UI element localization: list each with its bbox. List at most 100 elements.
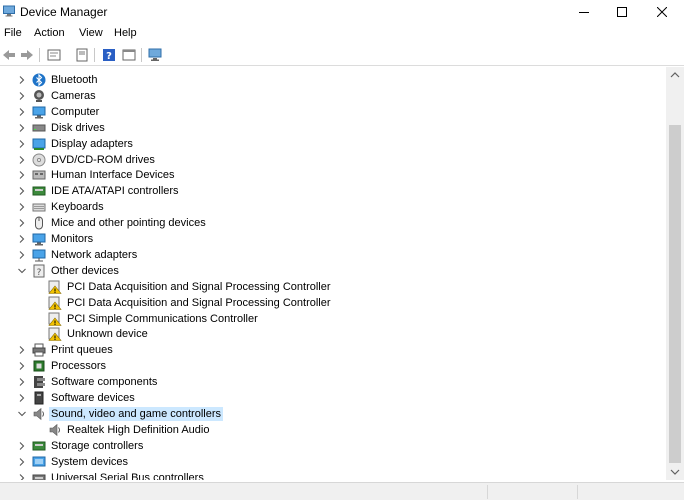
usb-icon [32,474,46,480]
device-manager-icon [3,5,15,17]
chevron-right-icon[interactable] [17,393,27,403]
menu-action[interactable]: Action [34,27,65,39]
chevron-right-icon[interactable] [17,377,27,387]
chevron-right-icon[interactable] [17,123,27,133]
tree-device-realtek-high-definition-audio[interactable]: Realtek High Definition Audio [0,422,666,438]
chevron-right-icon[interactable] [17,139,27,149]
tree-device-pci-simple-communications-controller[interactable]: PCI Simple Communications Controller [0,311,666,327]
menu-help[interactable]: Help [114,27,137,39]
display-adapter-icon [32,138,46,150]
chevron-right-icon[interactable] [17,155,27,165]
network-adapter-icon [32,249,46,262]
tree-item-label: Other devices [51,264,119,277]
tree-item-label: PCI Simple Communications Controller [67,312,258,325]
tree-category-sound-video-and-game-controllers[interactable]: Sound, video and game controllers [0,406,666,422]
chevron-right-icon[interactable] [17,218,27,228]
tree-item-label: Computer [51,105,100,118]
help-button[interactable]: ? [101,47,117,63]
chevron-down-icon[interactable] [17,266,27,276]
tree-category-print-queues[interactable]: Print queues [0,342,666,358]
close-icon [657,6,667,17]
tree-item-label: Processors [51,360,107,373]
hid-icon [32,170,46,180]
tree-item-label: Universal Serial Bus controllers [51,471,204,481]
chevron-right-icon[interactable] [17,441,27,451]
bluetooth-icon [32,73,46,87]
ide-controller-icon [32,186,46,196]
tree-item-label: Software components [51,376,158,389]
status-pane [487,485,577,499]
tree-category-other-devices[interactable]: ? Other devices [0,263,666,279]
tree-category-keyboards[interactable]: Keyboards [0,199,666,215]
tree-category-software-devices[interactable]: Software devices [0,390,666,406]
keyboard-icon [32,203,46,212]
warning-device-icon [48,280,62,294]
menu-bar: File Action View Help [0,25,684,43]
menu-file[interactable]: File [4,27,22,39]
chevron-right-icon[interactable] [17,250,27,260]
minimize-icon [579,11,589,13]
tree-category-mice-and-other-pointing-devices[interactable]: Mice and other pointing devices [0,215,666,231]
tree-device-pci-data-acquisition-and-signal-processing-controller[interactable]: PCI Data Acquisition and Signal Processi… [0,295,666,311]
close-button[interactable] [640,0,684,23]
scan-hardware-button[interactable] [147,47,163,63]
scroll-down-icon[interactable] [670,467,680,477]
tree-category-processors[interactable]: Processors [0,358,666,374]
toolbar-separator [94,48,95,62]
tree-category-software-components[interactable]: Software components [0,374,666,390]
tree-item-label: IDE ATA/ATAPI controllers [51,185,179,198]
scroll-up-icon[interactable] [670,70,680,80]
chevron-right-icon[interactable] [17,75,27,85]
vertical-scrollbar[interactable] [666,67,684,480]
chevron-right-icon[interactable] [17,457,27,467]
view-button[interactable] [121,47,137,63]
tree-item-label: System devices [51,455,129,468]
tree-category-display-adapters[interactable]: Display adapters [0,136,666,152]
other-devices-icon: ? [33,264,45,278]
tree-device-unknown-device[interactable]: Unknown device [0,326,666,342]
chevron-right-icon[interactable] [17,170,27,180]
tree-device-pci-data-acquisition-and-signal-processing-controller[interactable]: PCI Data Acquisition and Signal Processi… [0,279,666,295]
speaker-icon [33,407,44,421]
tree-category-disk-drives[interactable]: Disk drives [0,120,666,136]
chevron-right-icon[interactable] [17,345,27,355]
software-component-icon [34,376,45,389]
chevron-right-icon[interactable] [17,91,27,101]
chevron-right-icon[interactable] [17,234,27,244]
chevron-right-icon[interactable] [17,473,27,481]
tree-category-universal-serial-bus-controllers[interactable]: Universal Serial Bus controllers [0,470,666,481]
tree-category-bluetooth[interactable]: Bluetooth [0,72,666,88]
tree-category-network-adapters[interactable]: Network adapters [0,247,666,263]
maximize-button[interactable] [600,0,644,23]
forward-button[interactable] [19,47,35,63]
tree-category-storage-controllers[interactable]: Storage controllers [0,438,666,454]
scrollbar-thumb[interactable] [669,125,681,463]
tree-item-label: PCI Data Acquisition and Signal Processi… [67,296,331,309]
printer-icon [32,343,46,357]
chevron-down-icon[interactable] [17,409,27,419]
chevron-right-icon[interactable] [17,107,27,117]
tree-item-label: Display adapters [51,137,133,150]
tree-item-label: Cameras [51,89,96,102]
back-button[interactable] [1,47,17,63]
chevron-right-icon[interactable] [17,361,27,371]
window-title: Device Manager [20,5,108,19]
properties-button[interactable] [46,47,62,63]
device-tree: Bluetooth Cameras Computer Disk drives Displ… [0,67,666,480]
tree-category-ide-ata-atapi-controllers[interactable]: IDE ATA/ATAPI controllers [0,183,666,199]
tree-category-human-interface-devices[interactable]: Human Interface Devices [0,167,666,183]
tree-category-monitors[interactable]: Monitors [0,231,666,247]
monitor-icon [32,233,46,246]
tree-category-system-devices[interactable]: System devices [0,454,666,470]
tree-category-dvd-cd-rom-drives[interactable]: DVD/CD-ROM drives [0,152,666,168]
chevron-right-icon[interactable] [17,186,27,196]
tree-category-cameras[interactable]: Cameras [0,88,666,104]
back-icon [3,50,15,60]
tree-category-computer[interactable]: Computer [0,104,666,120]
tree-item-label: Unknown device [67,328,148,341]
speaker-icon [49,423,60,436]
update-driver-button[interactable] [74,47,90,63]
help-icon: ? [103,49,115,62]
chevron-right-icon[interactable] [17,202,27,212]
menu-view[interactable]: View [79,27,103,39]
